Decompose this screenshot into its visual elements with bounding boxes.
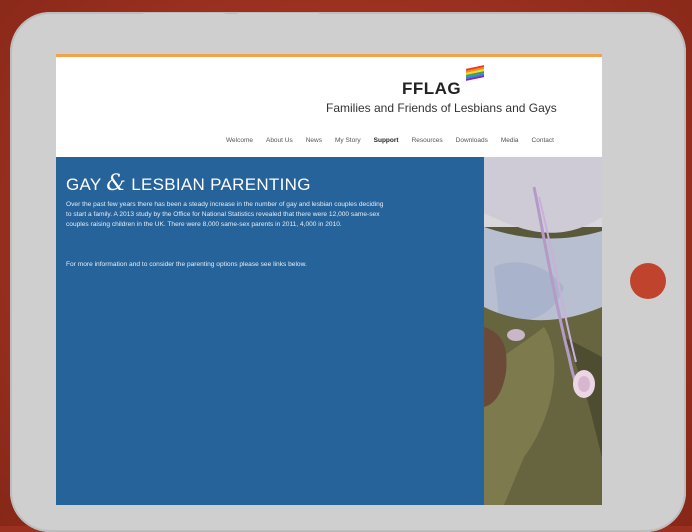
- hero-title-ampersand: &: [106, 171, 127, 196]
- nav-item-news[interactable]: News: [306, 137, 322, 144]
- volume-up-button: [140, 13, 228, 23]
- nav-item-downloads[interactable]: Downloads: [456, 137, 488, 144]
- volume-down-button: [234, 13, 322, 23]
- home-button[interactable]: [630, 263, 666, 299]
- main-nav: Welcome About Us News My Story Support R…: [226, 137, 554, 144]
- hero-more-info: For more information and to consider the…: [66, 261, 307, 268]
- nav-item-welcome[interactable]: Welcome: [226, 137, 253, 144]
- site-logo[interactable]: FFLAG: [402, 79, 461, 99]
- nav-item-my-story[interactable]: My Story: [335, 137, 361, 144]
- nav-item-resources[interactable]: Resources: [412, 137, 443, 144]
- baby-photo-image: [484, 157, 602, 505]
- tablet-frame: FFLAG Families and Friends of Lesbians a…: [10, 12, 686, 532]
- hero-photo: [484, 157, 602, 505]
- rainbow-flag-icon: [466, 65, 484, 81]
- hero-title-rest: LESBIAN PARENTING: [131, 175, 311, 194]
- nav-item-support[interactable]: Support: [374, 137, 399, 144]
- nav-item-contact[interactable]: Contact: [532, 137, 554, 144]
- nav-item-media[interactable]: Media: [501, 137, 519, 144]
- hero-title: GAY & LESBIAN PARENTING: [66, 171, 311, 196]
- side-button: [14, 425, 21, 477]
- org-name: Families and Friends of Lesbians and Gay…: [326, 101, 557, 115]
- tablet-screen: FFLAG Families and Friends of Lesbians a…: [56, 54, 602, 505]
- hero-body: Over the past few years there has been a…: [66, 201, 384, 228]
- nav-item-about-us[interactable]: About Us: [266, 137, 293, 144]
- hero-title-gay: GAY: [66, 175, 102, 194]
- site-header: FFLAG Families and Friends of Lesbians a…: [56, 57, 602, 157]
